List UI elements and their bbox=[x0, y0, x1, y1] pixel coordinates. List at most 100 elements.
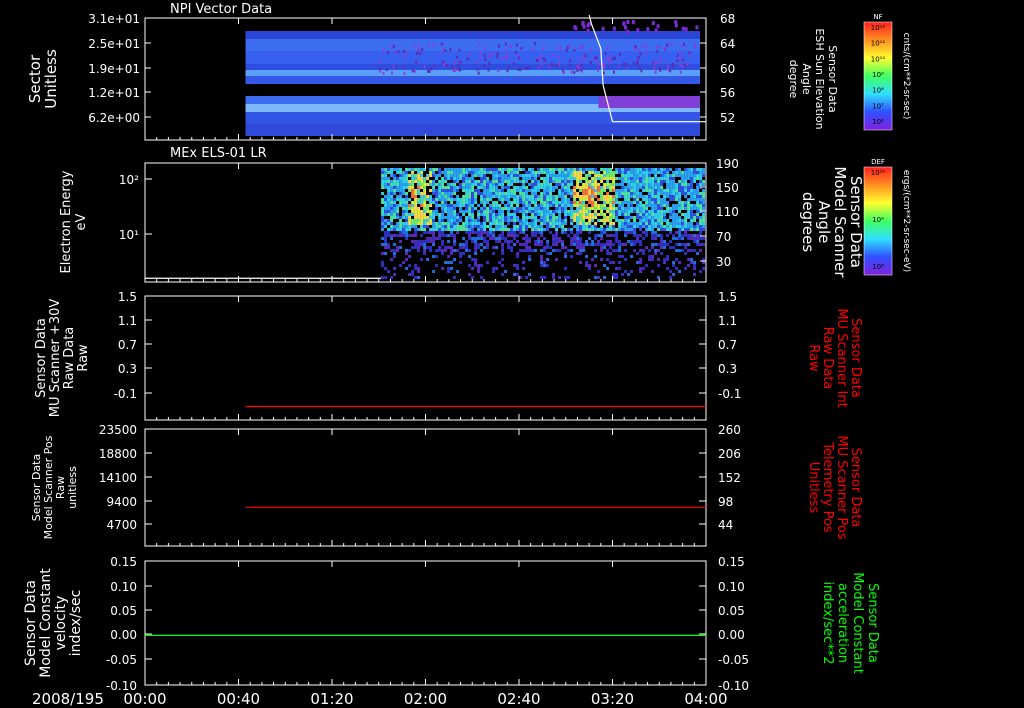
mu_raw-left-label-line: Raw Data bbox=[62, 327, 77, 390]
els-heatmap-cell bbox=[561, 225, 565, 228]
npi-heatmap-cell bbox=[392, 65, 395, 69]
els-heatmap-cell bbox=[390, 216, 394, 219]
els-heatmap-cell bbox=[624, 168, 628, 171]
els-heatmap-cell bbox=[465, 231, 469, 234]
els-heatmap-cell bbox=[534, 174, 538, 177]
els-heatmap-cell bbox=[381, 210, 385, 213]
npi-right-label-line: degree bbox=[787, 60, 800, 99]
els-heatmap-cell bbox=[546, 174, 550, 177]
els-heatmap-cell bbox=[495, 228, 499, 231]
els-heatmap-cell bbox=[513, 234, 517, 237]
els-heatmap-cell bbox=[528, 216, 532, 219]
els-heatmap-cell bbox=[516, 216, 520, 219]
els-heatmap-cell bbox=[546, 252, 550, 255]
els-heatmap-cell bbox=[606, 198, 610, 201]
els-heatmap-cell bbox=[480, 195, 484, 198]
mu_raw-axes-frame bbox=[144, 295, 707, 421]
els-heatmap-cell bbox=[636, 174, 640, 177]
els-heatmap-cell bbox=[660, 168, 664, 171]
npi-right-tick-label: 68 bbox=[720, 12, 735, 26]
npi-heatmap-cell bbox=[654, 28, 658, 33]
els-heatmap-cell bbox=[411, 177, 415, 180]
els-heatmap-cell bbox=[618, 177, 622, 180]
els-heatmap-cell bbox=[567, 192, 571, 195]
els-heatmap-cell bbox=[516, 174, 520, 177]
els-heatmap-cell bbox=[609, 177, 613, 180]
els-heatmap-cell bbox=[534, 213, 538, 216]
els-heatmap-cell bbox=[387, 201, 391, 204]
els-heatmap-cell bbox=[477, 186, 481, 189]
els-heatmap-cell bbox=[471, 192, 475, 195]
els-heatmap-cell bbox=[501, 174, 505, 177]
els-heatmap-cell bbox=[501, 249, 505, 252]
els-heatmap-cell bbox=[654, 213, 658, 216]
npi-heatmap-cell bbox=[632, 61, 635, 65]
els-heatmap-cell bbox=[666, 204, 670, 207]
els-heatmap-cell bbox=[456, 222, 460, 225]
els-heatmap-cell bbox=[474, 207, 478, 210]
els-heatmap-cell bbox=[465, 195, 469, 198]
els-heatmap-cell bbox=[552, 240, 556, 243]
els-heatmap-cell bbox=[645, 234, 649, 237]
npi-heatmap-cell bbox=[680, 51, 683, 55]
els-heatmap-cell bbox=[396, 222, 400, 225]
els-heatmap-cell bbox=[678, 216, 682, 219]
els-heatmap-cell bbox=[582, 225, 586, 228]
els-heatmap-cell bbox=[621, 183, 625, 186]
els-heatmap-cell bbox=[639, 201, 643, 204]
els-heatmap-cell bbox=[528, 171, 532, 174]
els-heatmap-cell bbox=[447, 225, 451, 228]
els-heatmap-cell bbox=[534, 225, 538, 228]
els-heatmap-cell bbox=[567, 228, 571, 231]
els-heatmap-cell bbox=[414, 201, 418, 204]
els-heatmap-cell bbox=[696, 183, 700, 186]
els-heatmap-cell bbox=[603, 222, 607, 225]
els-heatmap-cell bbox=[702, 243, 706, 246]
els-heatmap-cell bbox=[576, 192, 580, 195]
els-heatmap-cell bbox=[567, 189, 571, 192]
els-heatmap-cell bbox=[582, 222, 586, 225]
els-heatmap-cell bbox=[570, 180, 574, 183]
els-heatmap-cell bbox=[495, 240, 499, 243]
els-heatmap-cell bbox=[564, 207, 568, 210]
els-heatmap-cell bbox=[447, 171, 451, 174]
npi-heatmap-cell bbox=[598, 62, 601, 66]
els-heatmap-cell bbox=[693, 207, 697, 210]
els-heatmap-cell bbox=[606, 267, 610, 270]
els-heatmap-cell bbox=[555, 222, 559, 225]
els-heatmap-cell bbox=[702, 201, 706, 204]
mu_pos-left-tick-label: 9400 bbox=[106, 495, 137, 509]
els-heatmap-cell bbox=[609, 174, 613, 177]
els-heatmap-cell bbox=[576, 180, 580, 183]
els-heatmap-cell bbox=[393, 225, 397, 228]
els-heatmap-cell bbox=[555, 231, 559, 234]
els-heatmap-cell bbox=[576, 183, 580, 186]
els-heatmap-cell bbox=[528, 249, 532, 252]
els-heatmap-cell bbox=[639, 177, 643, 180]
els-heatmap-cell bbox=[429, 201, 433, 204]
els-heatmap-cell bbox=[438, 246, 442, 249]
els-heatmap-cell bbox=[516, 201, 520, 204]
els-right-tick-label: 110 bbox=[716, 205, 739, 219]
els-heatmap-cell bbox=[597, 174, 601, 177]
npi-heatmap-cell bbox=[505, 49, 508, 53]
els-heatmap-cell bbox=[645, 174, 649, 177]
els-heatmap-cell bbox=[684, 228, 688, 231]
els-heatmap-cell bbox=[504, 198, 508, 201]
els-heatmap-cell bbox=[522, 204, 526, 207]
els-heatmap-cell bbox=[702, 192, 706, 195]
els-heatmap-cell bbox=[531, 222, 535, 225]
els-heatmap-cell bbox=[477, 189, 481, 192]
els-heatmap-cell bbox=[534, 204, 538, 207]
els-heatmap-cell bbox=[684, 189, 688, 192]
els-heatmap-cell bbox=[585, 168, 589, 171]
els-heatmap-cell bbox=[429, 228, 433, 231]
els-heatmap-cell bbox=[693, 240, 697, 243]
els-heatmap-cell bbox=[495, 168, 499, 171]
els-heatmap-cell bbox=[525, 189, 529, 192]
els-heatmap-cell bbox=[414, 264, 418, 267]
els-heatmap-cell bbox=[402, 189, 406, 192]
npi-heatmap-cell bbox=[654, 70, 657, 74]
els-heatmap-cell bbox=[399, 186, 403, 189]
els-heatmap-cell bbox=[510, 177, 514, 180]
